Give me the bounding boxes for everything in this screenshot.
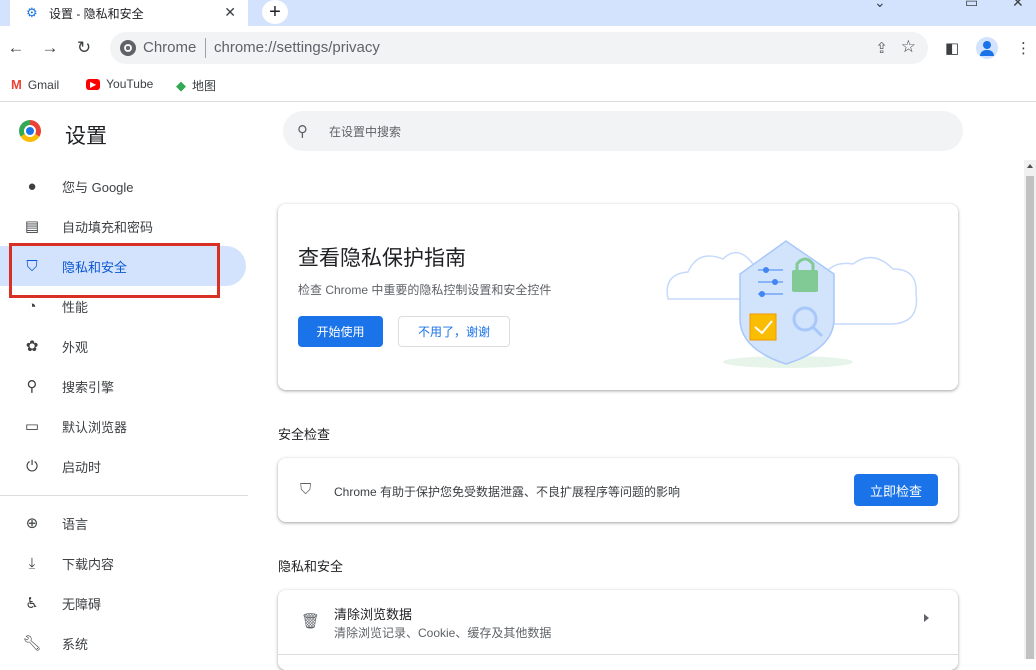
tab-title: 设置 - 隐私和安全 (49, 6, 144, 21)
accessibility-icon: ♿ (25, 595, 39, 612)
annotation-highlight-box (9, 243, 220, 298)
trash-icon: 🗑︎ (301, 613, 321, 630)
sidebar-item-label: 下载内容 (62, 556, 115, 572)
restore-window-icon[interactable]: ▭ (965, 0, 978, 11)
close-icon[interactable]: ✕ (224, 4, 236, 21)
sidebar-item-label: 语言 (62, 516, 89, 532)
search-input[interactable]: 在设置中搜索 (329, 123, 401, 140)
scrollbar-thumb[interactable] (1026, 176, 1034, 659)
chevron-down-icon[interactable]: ⌄ (874, 0, 886, 11)
bookmark-youtube[interactable]: ▶ YouTube (86, 77, 153, 91)
palette-icon: ✿ (25, 338, 39, 355)
more-menu-icon[interactable]: ⋮ (1016, 39, 1031, 57)
sidebar-item-label: 性能 (62, 299, 89, 315)
sidebar-item-search-engine[interactable]: ⚲ 搜索引擎 (0, 366, 246, 406)
sidebar-item-downloads[interactable]: ⤓ 下载内容 (0, 543, 246, 583)
sidebar-item-label: 您与 Google (62, 179, 134, 195)
avatar[interactable] (976, 37, 998, 59)
star-icon[interactable]: ☆ (901, 37, 916, 57)
privacy-guide-illustration (666, 240, 918, 368)
browser-icon: ▭ (24, 418, 40, 435)
youtube-icon: ▶ (86, 78, 101, 90)
back-icon[interactable]: ← (6, 38, 26, 58)
speedometer-icon: ◔ (27, 297, 37, 315)
check-now-button[interactable]: 立即检查 (854, 474, 938, 506)
safety-check-section-title: 安全检查 (278, 427, 331, 442)
sidebar-item-you-and-google[interactable]: ● 您与 Google (0, 166, 246, 206)
safety-check-text: Chrome 有助于保护您免受数据泄露、不良扩展程序等问题的影响 (334, 485, 681, 499)
start-guide-button[interactable]: 开始使用 (298, 316, 383, 347)
sidebar-item-label: 搜索引擎 (62, 379, 115, 395)
privacy-card: 🗑︎ 清除浏览数据 清除浏览记录、Cookie、缓存及其他数据 (278, 590, 958, 670)
person-icon: ● (27, 177, 37, 195)
search-icon: ⚲ (26, 378, 38, 395)
forward-icon[interactable]: → (40, 38, 60, 58)
site-chip: Chrome (143, 39, 197, 56)
sidebar-item-accessibility[interactable]: ♿ 无障碍 (0, 583, 246, 623)
settings-search[interactable]: ⚲ 在设置中搜索 (283, 111, 963, 151)
toolbar: ← → ↻ Chrome chrome://settings/privacy ⇪… (0, 26, 1036, 70)
bookmark-label: 地图 (192, 79, 217, 93)
omnibox[interactable]: Chrome chrome://settings/privacy ⇪ ☆ (110, 32, 928, 64)
sidebar-item-label: 无障碍 (62, 596, 102, 612)
row-divider (278, 654, 958, 655)
privacy-guide-card: 查看隐私保护指南 检查 Chrome 中重要的隐私控制设置和安全控件 开始使用 … (278, 204, 958, 390)
url-text[interactable]: chrome://settings/privacy (214, 39, 380, 56)
tab-settings-privacy[interactable]: ⚙ 设置 - 隐私和安全 ✕ (10, 0, 248, 26)
sidebar-item-label: 默认浏览器 (62, 419, 128, 435)
globe-icon: ⊕ (25, 515, 39, 532)
bookmark-label: YouTube (106, 77, 154, 91)
site-info-icon[interactable] (120, 40, 136, 56)
chevron-right-icon (924, 614, 929, 622)
privacy-section-title: 隐私和安全 (278, 559, 344, 574)
clipboard-icon: ▤ (24, 218, 40, 235)
maps-icon: ◆ (176, 77, 186, 93)
gmail-icon: M (11, 77, 22, 92)
sidebar-divider (0, 495, 248, 496)
power-icon: ⏻ (26, 457, 38, 475)
side-panel-icon[interactable]: ◧ (945, 39, 959, 57)
bookmark-gmail[interactable]: M Gmail (11, 77, 59, 92)
gear-icon: ⚙ (26, 5, 38, 20)
page-title: 设置 (65, 125, 107, 148)
reload-icon[interactable]: ↻ (74, 38, 94, 58)
bookmark-maps[interactable]: ◆ 地图 (176, 77, 216, 94)
sidebar-item-languages[interactable]: ⊕ 语言 (0, 503, 246, 543)
sidebar-item-on-startup[interactable]: ⏻ 启动时 (0, 446, 246, 486)
bookmark-label: Gmail (27, 77, 60, 92)
scroll-up-arrow-icon[interactable] (1027, 164, 1033, 168)
search-icon: ⚲ (297, 123, 308, 140)
shield-icon: ⛉ (300, 481, 312, 498)
sidebar-item-appearance[interactable]: ✿ 外观 (0, 326, 246, 366)
sidebar-item-label: 外观 (62, 339, 89, 355)
wrench-icon: 🔧︎ (22, 635, 42, 652)
row-title: 清除浏览数据 (334, 607, 413, 622)
chrome-logo-icon (19, 120, 41, 142)
sidebar-item-autofill[interactable]: ▤ 自动填充和密码 (0, 206, 246, 246)
dismiss-guide-button[interactable]: 不用了，谢谢 (398, 316, 510, 347)
download-icon: ⤓ (28, 554, 36, 572)
bookmarks-bar: M Gmail ▶ YouTube ◆ 地图 (0, 70, 1036, 102)
tab-strip: ⚙ 设置 - 隐私和安全 ✕ + ⌄ ▭ ✕ (0, 0, 1036, 26)
close-window-icon[interactable]: ✕ (1012, 0, 1024, 11)
sidebar-item-label: 启动时 (62, 459, 102, 475)
sidebar-item-label: 自动填充和密码 (62, 219, 154, 235)
new-tab-button[interactable]: + (262, 0, 288, 24)
safety-check-card: ⛉ Chrome 有助于保护您免受数据泄露、不良扩展程序等问题的影响 立即检查 (278, 458, 958, 522)
clear-browsing-data-row[interactable]: 🗑︎ 清除浏览数据 清除浏览记录、Cookie、缓存及其他数据 (278, 590, 958, 654)
privacy-guide-title: 查看隐私保护指南 (298, 247, 466, 270)
sidebar-item-label: 系统 (62, 636, 89, 652)
privacy-guide-subtitle: 检查 Chrome 中重要的隐私控制设置和安全控件 (298, 283, 552, 297)
share-icon[interactable]: ⇪ (875, 39, 888, 57)
sidebar-item-default-browser[interactable]: ▭ 默认浏览器 (0, 406, 246, 446)
sidebar-item-system[interactable]: 🔧︎ 系统 (0, 623, 246, 663)
row-subtitle: 清除浏览记录、Cookie、缓存及其他数据 (334, 626, 552, 640)
omnibox-divider (205, 38, 206, 58)
page-scrollbar[interactable] (1024, 160, 1036, 659)
